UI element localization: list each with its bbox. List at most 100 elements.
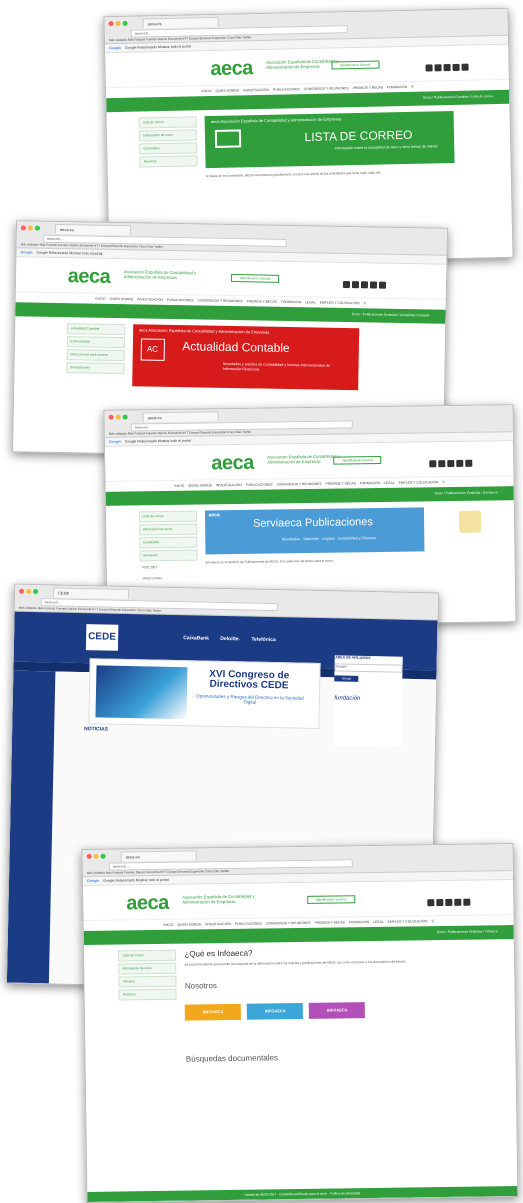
nav-item[interactable]: PREMIOS Y BECAS: [315, 920, 345, 924]
nav-item[interactable]: PREMIOS Y BECAS: [325, 481, 355, 485]
infoaeca-button-blue[interactable]: INFOAECA: [247, 1002, 304, 1020]
nav-item[interactable]: LEGAL: [305, 300, 316, 304]
minimize-window-dot[interactable]: [27, 225, 33, 231]
twitter-icon[interactable]: [434, 64, 442, 72]
close-window-dot[interactable]: [19, 588, 25, 594]
aeca-logo[interactable]: aeca: [126, 892, 169, 916]
minimize-window-dot[interactable]: [93, 853, 99, 859]
sidebar-item[interactable]: Nosotros: [118, 988, 178, 1001]
congress-banner[interactable]: XVI Congreso de Directivos CEDE Oportuni…: [88, 658, 321, 730]
minimize-window-dot[interactable]: [115, 20, 121, 27]
identification-button[interactable]: Identificación Socio/a: [333, 455, 382, 465]
infoaeca-button-purple[interactable]: INFOAECA: [309, 1001, 366, 1019]
sidebar-item[interactable]: Información de socio: [118, 962, 177, 975]
infoaeca-button-orange[interactable]: INFOAECA: [185, 1003, 242, 1021]
youtube-icon[interactable]: [452, 63, 460, 71]
sidebar-item[interactable]: Serviaeca: [139, 549, 198, 562]
identification-button[interactable]: Identificación Socio/a: [331, 60, 380, 70]
rss-icon[interactable]: [465, 459, 473, 467]
fundacion-logo[interactable]: fundación: [334, 695, 402, 702]
nav-item[interactable]: INVESTIGACIÓN: [216, 483, 242, 487]
nav-item[interactable]: INVESTIGACIÓN: [243, 88, 269, 93]
nav-item[interactable]: PREMIOS Y BECAS: [353, 85, 383, 90]
zoom-window-dot[interactable]: [100, 853, 106, 859]
sidebar-item[interactable]: Actualidad Contable: [66, 323, 125, 336]
sidebar-item[interactable]: Infoaeca: [118, 975, 177, 988]
nav-item[interactable]: PUBLICACIONES: [235, 922, 262, 926]
breadcrumb[interactable]: Socio / Publicaciones Gratuitas / Actual…: [352, 312, 430, 317]
nav-item[interactable]: LEGAL: [373, 920, 384, 924]
identification-button[interactable]: Identificación Socio/a: [231, 274, 280, 283]
search-icon[interactable]: ⚲: [431, 919, 433, 923]
close-window-dot[interactable]: [20, 225, 26, 231]
sidebar-item[interactable]: Nosotros: [139, 155, 198, 168]
nav-item[interactable]: INICIO: [174, 484, 184, 488]
nav-item[interactable]: FORMACIÓN: [360, 481, 380, 485]
user-field[interactable]: Usuario: [334, 663, 403, 673]
youtube-icon[interactable]: [369, 281, 377, 289]
nav-item[interactable]: PUBLICACIONES: [273, 87, 300, 92]
nav-item[interactable]: INICIO: [95, 297, 105, 301]
browser-tab[interactable]: CEDE: [52, 587, 130, 599]
search-icon[interactable]: ⚲: [442, 480, 444, 484]
rss-icon[interactable]: [463, 898, 471, 906]
facebook-icon[interactable]: [427, 899, 435, 907]
aeca-logo[interactable]: aeca: [211, 452, 254, 476]
nav-item[interactable]: CONGRESOS Y REUNIONES: [266, 921, 311, 926]
zoom-window-dot[interactable]: [34, 225, 40, 231]
nav-item[interactable]: LEGAL: [384, 481, 395, 485]
sponsor-logo[interactable]: Deloitte.: [220, 636, 240, 642]
sidebar-item[interactable]: Comunicados: [66, 336, 125, 349]
sidebar-item[interactable]: Lista de correo: [118, 949, 177, 962]
sidebar-item[interactable]: Lista de correo: [138, 116, 198, 129]
browser-tab[interactable]: aeca.es: [142, 411, 219, 423]
twitter-icon[interactable]: [438, 460, 446, 468]
youtube-icon[interactable]: [454, 898, 462, 906]
twitter-icon[interactable]: [436, 898, 444, 907]
nav-item[interactable]: INICIO: [163, 923, 173, 927]
breadcrumb[interactable]: Socio / Publicaciones Gratuitas / Lista …: [423, 94, 493, 99]
rss-icon[interactable]: [461, 63, 469, 71]
nav-item[interactable]: INICIO: [201, 89, 211, 93]
nav-item[interactable]: PREMIOS Y BECAS: [247, 299, 277, 304]
aeca-logo[interactable]: aeca: [67, 265, 110, 289]
search-icon[interactable]: ⚲: [411, 85, 414, 89]
sponsor-logo[interactable]: Telefónica: [251, 637, 275, 644]
breadcrumb[interactable]: Socio / Publicaciones Gratuitas / Servia…: [435, 490, 498, 495]
minimize-window-dot[interactable]: [115, 414, 121, 420]
nav-item[interactable]: QUIÉN SOMOS: [109, 297, 133, 301]
nav-item[interactable]: FORMACIÓN: [387, 85, 407, 89]
nav-item[interactable]: EMPLEO Y COLOCACIÓN: [388, 919, 428, 924]
nav-item[interactable]: PUBLICACIONES: [167, 298, 194, 302]
sidebar-item[interactable]: Lista de correo: [138, 510, 197, 523]
minimize-window-dot[interactable]: [26, 588, 32, 594]
close-window-dot[interactable]: [108, 21, 114, 27]
linkedin-icon[interactable]: [443, 64, 451, 72]
nav-item[interactable]: INVESTIGACIÓN: [205, 922, 231, 926]
zoom-window-dot[interactable]: [122, 414, 128, 420]
breadcrumb[interactable]: Socio / Publicaciones Gratuitas / Infoae…: [437, 929, 498, 934]
sidebar-item[interactable]: Contenidos: [139, 142, 198, 155]
nav-item[interactable]: PUBLICACIONES: [246, 483, 273, 487]
close-window-dot[interactable]: [86, 853, 92, 859]
zoom-window-dot[interactable]: [122, 20, 128, 26]
facebook-icon[interactable]: [429, 460, 437, 468]
linkedin-icon[interactable]: [447, 459, 455, 468]
nav-item[interactable]: QUIÉN SOMOS: [188, 483, 212, 487]
browser-tab[interactable]: aeca.es: [54, 223, 131, 236]
nav-item[interactable]: INVESTIGACIÓN: [137, 297, 163, 301]
sponsor-logo[interactable]: CaixaBank: [183, 635, 209, 642]
nav-item[interactable]: CONGRESOS Y REUNIONES: [277, 482, 322, 487]
nav-item[interactable]: QUIÉN SOMOS: [177, 922, 201, 926]
sidebar-subitem[interactable]: PDC 2007: [139, 562, 198, 573]
facebook-icon[interactable]: [342, 280, 350, 289]
nav-item[interactable]: QUIÉN SOMOS: [215, 88, 239, 92]
identification-button[interactable]: Identificación Socio/a: [306, 895, 355, 904]
sidebar-item[interactable]: Instrucciones para autores: [66, 349, 125, 362]
nav-item[interactable]: CONGRESOS Y REUNIONES: [304, 86, 349, 91]
search-icon[interactable]: ⚲: [364, 301, 366, 305]
linkedin-icon[interactable]: [360, 281, 368, 289]
aeca-logo[interactable]: aeca: [210, 57, 253, 81]
nav-item[interactable]: EMPLEO Y COLOCACIÓN: [320, 301, 360, 306]
submit-button[interactable]: Enviar: [334, 675, 359, 682]
